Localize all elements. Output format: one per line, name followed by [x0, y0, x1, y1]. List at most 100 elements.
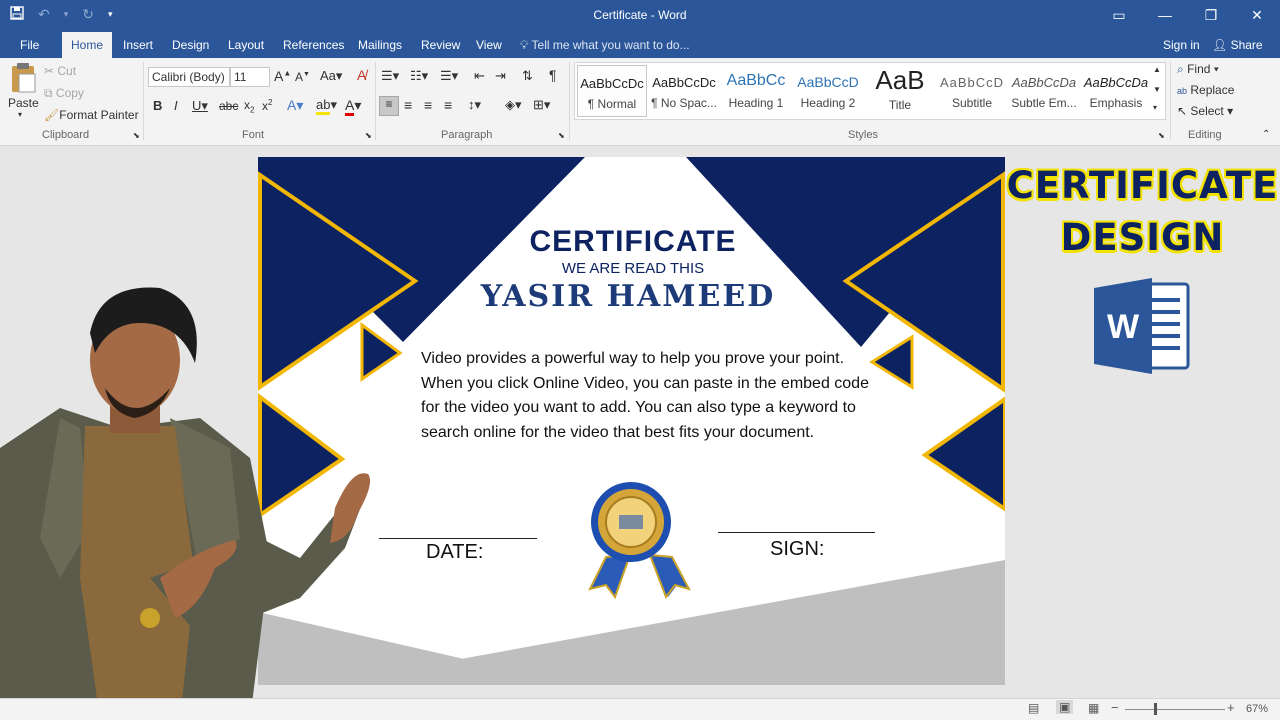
bold-icon[interactable]: B	[153, 98, 162, 113]
collapse-ribbon-icon[interactable]: ⌃	[1262, 129, 1270, 140]
align-left-icon[interactable]: ≡	[379, 96, 399, 116]
numbering-icon[interactable]: ☷▾	[410, 68, 428, 84]
ribbon-tabs: File Home Insert Design Layout Reference…	[0, 32, 1280, 58]
certificate-subtitle: WE ARE READ THIS	[561, 260, 705, 277]
underline-icon[interactable]: U▾	[192, 98, 208, 114]
increase-indent-icon[interactable]: ⇥	[495, 68, 506, 84]
styles-more-icon[interactable]: ▾	[1153, 103, 1157, 112]
align-right-icon[interactable]: ≡	[424, 97, 432, 113]
borders-icon[interactable]: ⊞▾	[533, 97, 550, 113]
tab-layout[interactable]: Layout	[220, 32, 272, 58]
clipboard-launcher-icon[interactable]: ⬊	[133, 131, 140, 140]
find-button[interactable]: ⌕ Find ▾	[1177, 62, 1219, 77]
sign-in-link[interactable]: Sign in	[1163, 32, 1200, 58]
tell-me-search[interactable]: 💡︎ Tell me what you want to do...	[520, 32, 690, 58]
tab-mailings[interactable]: Mailings	[350, 32, 410, 58]
styles-gallery: AaBbCcDc ¶ Normal AaBbCcDc ¶ No Spac... …	[574, 62, 1166, 120]
close-button[interactable]: ✕	[1234, 0, 1280, 32]
style-subtitle[interactable]: AaBbCcD Subtitle	[937, 65, 1007, 117]
sort-icon[interactable]: ⇅	[522, 68, 533, 84]
zoom-out-icon[interactable]: −	[1111, 700, 1119, 715]
strikethrough-icon[interactable]: abc	[219, 99, 238, 113]
format-painter-button[interactable]: 🖌︎Format Painter	[44, 108, 139, 122]
minimize-button[interactable]: —	[1142, 0, 1188, 32]
text-effects-icon[interactable]: A▾	[287, 97, 303, 114]
subscript-icon[interactable]: x2	[244, 98, 254, 114]
date-label: DATE:	[426, 541, 484, 563]
superscript-icon[interactable]: x2	[262, 98, 272, 113]
font-color-icon[interactable]: A▾	[345, 97, 361, 116]
tab-file[interactable]: File	[12, 32, 47, 58]
certificate-title: CERTIFICATE	[529, 225, 737, 258]
shading-icon[interactable]: ◈▾	[505, 97, 522, 113]
status-bar: ▤ ▣ ▦ − + 67%	[0, 698, 1280, 720]
zoom-slider[interactable]	[1125, 709, 1225, 710]
styles-scroll-down-icon[interactable]: ▼	[1153, 85, 1161, 94]
tab-review[interactable]: Review	[413, 32, 468, 58]
presenter-photo	[0, 287, 371, 720]
tab-references[interactable]: References	[275, 32, 352, 58]
style-subtle-emphasis[interactable]: AaBbCcDa Subtle Em...	[1009, 65, 1079, 117]
svg-text:W: W	[1107, 308, 1140, 346]
highlight-icon[interactable]: ab▾	[316, 97, 337, 115]
style-heading-1[interactable]: AaBbCc Heading 1	[721, 65, 791, 117]
search-icon: ⌕	[1177, 62, 1184, 76]
clipboard-group-label: Clipboard	[42, 129, 90, 141]
style-normal[interactable]: AaBbCcDc ¶ Normal	[577, 65, 647, 117]
sign-label: SIGN:	[770, 538, 825, 560]
styles-group-label: Styles	[848, 129, 878, 141]
certificate-body-text: Video provides a powerful way to help yo…	[421, 350, 869, 441]
font-family-select[interactable]: Calibri (Body)	[148, 67, 230, 87]
decrease-indent-icon[interactable]: ⇤	[474, 68, 485, 84]
font-size-select[interactable]: 11	[230, 67, 270, 87]
justify-icon[interactable]: ≡	[444, 97, 452, 113]
date-signature-line	[379, 538, 537, 539]
change-case-icon[interactable]: Aa▾	[320, 68, 342, 84]
italic-icon[interactable]: I	[174, 98, 178, 113]
tab-view[interactable]: View	[468, 32, 510, 58]
clear-formatting-icon[interactable]: A̸	[357, 67, 366, 83]
tell-me-text: Tell me what you want to do...	[531, 38, 690, 52]
share-button[interactable]: 👤︎ Share	[1212, 32, 1263, 58]
sign-signature-line	[718, 532, 875, 533]
print-layout-icon[interactable]: ▣	[1056, 700, 1074, 714]
editing-group-label: Editing	[1188, 129, 1222, 141]
cut-button[interactable]: ✂ Cut	[44, 64, 76, 78]
show-marks-icon[interactable]: ¶	[549, 67, 557, 83]
restore-button[interactable]: ❐	[1188, 0, 1234, 32]
paragraph-group-label: Paragraph	[441, 129, 493, 141]
tab-design[interactable]: Design	[164, 32, 217, 58]
cursor-icon: ↖	[1177, 104, 1188, 118]
paste-label[interactable]: Paste	[8, 96, 39, 110]
line-spacing-icon[interactable]: ↕▾	[468, 97, 481, 113]
grow-font-icon[interactable]: A▲	[274, 68, 291, 84]
font-launcher-icon[interactable]: ⬊	[365, 131, 372, 140]
style-heading-2[interactable]: AaBbCcD Heading 2	[793, 65, 863, 117]
style-emphasis[interactable]: AaBbCcDa Emphasis	[1081, 65, 1151, 117]
multilevel-list-icon[interactable]: ☰▾	[440, 68, 458, 84]
styles-scroll-up-icon[interactable]: ▲	[1153, 65, 1161, 74]
scissors-icon: ✂	[44, 64, 58, 78]
replace-button[interactable]: ab Replace	[1177, 83, 1234, 97]
align-center-icon[interactable]: ≡	[404, 97, 412, 113]
shrink-font-icon[interactable]: A▼	[295, 70, 310, 84]
replace-icon: ab	[1177, 86, 1188, 96]
style-title[interactable]: AaB Title	[865, 65, 935, 117]
tab-insert[interactable]: Insert	[115, 32, 161, 58]
ribbon-display-options-button[interactable]: ▭	[1096, 0, 1142, 32]
zoom-level[interactable]: 67%	[1246, 703, 1268, 715]
zoom-in-icon[interactable]: +	[1227, 700, 1235, 715]
web-layout-icon[interactable]: ▦	[1088, 701, 1099, 715]
paragraph-launcher-icon[interactable]: ⬊	[558, 131, 565, 140]
paste-button[interactable]	[8, 62, 38, 97]
select-button[interactable]: ↖ Select ▾	[1177, 104, 1233, 118]
copy-icon: ⧉	[44, 86, 56, 100]
paste-dropdown-icon[interactable]: ▾	[18, 110, 22, 119]
style-no-spacing[interactable]: AaBbCcDc ¶ No Spac...	[649, 65, 719, 117]
tab-home[interactable]: Home	[62, 32, 113, 58]
styles-launcher-icon[interactable]: ⬊	[1158, 131, 1165, 140]
zoom-slider-thumb[interactable]	[1154, 703, 1157, 715]
read-mode-icon[interactable]: ▤	[1028, 701, 1039, 715]
copy-button[interactable]: ⧉ Copy	[44, 86, 84, 101]
bullets-icon[interactable]: ☰▾	[381, 68, 399, 84]
